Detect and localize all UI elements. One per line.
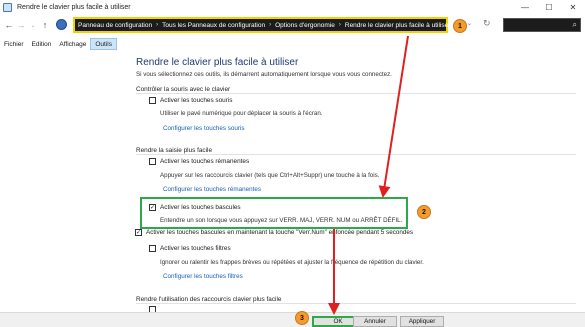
address-dropdown-icon[interactable]: ⌄ bbox=[467, 20, 472, 27]
option-description: Ignorer ou ralentir les frappes brèves o… bbox=[160, 259, 424, 266]
control-panel-icon bbox=[56, 19, 67, 30]
apply-button[interactable]: Appliquer bbox=[400, 316, 444, 327]
option-label: Activer les touches filtres bbox=[160, 245, 231, 252]
option-description: Appuyer sur les raccourcis clavier (tels… bbox=[160, 172, 380, 179]
section-title-typing: Rendre la saisie plus facile bbox=[136, 147, 213, 154]
breadcrumb-separator: › bbox=[338, 22, 341, 28]
breadcrumb-item[interactable]: Tous les Panneaux de configuration bbox=[162, 22, 265, 29]
section-divider bbox=[136, 154, 576, 155]
control-panel-window-icon bbox=[3, 2, 12, 12]
option-label: Activer les touches souris bbox=[160, 97, 233, 104]
link-configure-sticky-keys[interactable]: Configurer les touches rémanentes bbox=[163, 186, 261, 193]
menu-fichier[interactable]: Fichier bbox=[0, 38, 28, 50]
breadcrumb-separator: › bbox=[269, 22, 272, 28]
option-filter-keys[interactable]: Activer les touches filtres bbox=[149, 245, 231, 252]
option-label: Activer les touches rémanentes bbox=[160, 158, 250, 165]
window-controls: — ☐ ✕ bbox=[513, 0, 585, 14]
section-title-mouse: Contrôler la souris avec le clavier bbox=[136, 86, 231, 93]
cancel-button[interactable]: Annuler bbox=[353, 316, 397, 327]
option-sticky-keys[interactable]: Activer les touches rémanentes bbox=[149, 158, 249, 165]
section-title-shortcuts: Rendre l'utilisation des raccourcis clav… bbox=[136, 296, 282, 303]
checkbox-toggle-keys-numlock[interactable]: ✓ bbox=[135, 229, 142, 236]
breadcrumb-item[interactable]: Options d'ergonomie bbox=[275, 22, 335, 29]
step-badge-2: 2 bbox=[417, 205, 431, 219]
dialog-footer bbox=[0, 312, 585, 327]
search-icon: ⌕ bbox=[572, 20, 577, 29]
forward-arrow-icon[interactable]: → bbox=[15, 17, 27, 33]
breadcrumb-separator: › bbox=[156, 22, 159, 28]
window-title: Rendre le clavier plus facile à utiliser bbox=[17, 3, 131, 11]
back-arrow-icon[interactable]: ← bbox=[3, 17, 15, 33]
highlight-toggle-keys bbox=[140, 197, 408, 229]
maximize-button[interactable]: ☐ bbox=[537, 0, 561, 14]
checkbox-mouse-keys[interactable] bbox=[149, 97, 156, 104]
checkbox-filter-keys[interactable] bbox=[149, 245, 156, 252]
link-configure-filter-keys[interactable]: Configurer les touches filtres bbox=[163, 273, 243, 280]
close-button[interactable]: ✕ bbox=[561, 0, 585, 14]
option-label: Activer les touches bascules en maintena… bbox=[146, 229, 414, 236]
minimize-button[interactable]: — bbox=[513, 0, 537, 14]
main-content: Rendre le clavier plus facile à utiliser… bbox=[0, 50, 585, 313]
intro-text: Si vous sélectionnez ces outils, ils dém… bbox=[136, 71, 392, 78]
section-divider bbox=[136, 303, 576, 304]
option-mouse-keys[interactable]: Activer les touches souris bbox=[149, 97, 232, 104]
step-badge-3: 3 bbox=[295, 311, 309, 325]
breadcrumb-item[interactable]: Rendre le clavier plus facile à utiliser bbox=[345, 22, 451, 29]
menu-bar: Fichier Edition Affichage Outils bbox=[0, 38, 585, 50]
menu-outils[interactable]: Outils bbox=[90, 38, 117, 50]
refresh-icon[interactable]: ↻ bbox=[483, 18, 491, 29]
recent-locations-chevron-icon[interactable]: ⌄ bbox=[27, 17, 39, 33]
breadcrumb[interactable]: Panneau de configuration › Tous les Pann… bbox=[73, 17, 451, 33]
option-toggle-keys-numlock[interactable]: ✓ Activer les touches bascules en mainte… bbox=[135, 229, 413, 236]
page-title: Rendre le clavier plus facile à utiliser bbox=[136, 57, 299, 68]
step-badge-1: 1 bbox=[453, 19, 467, 33]
section-divider bbox=[136, 93, 576, 94]
up-arrow-icon[interactable]: ↑ bbox=[39, 17, 51, 33]
address-bar: ← → ⌄ ↑ Panneau de configuration › Tous … bbox=[0, 14, 585, 36]
link-configure-mouse-keys[interactable]: Configurer les touches souris bbox=[163, 125, 245, 132]
title-bar: Rendre le clavier plus facile à utiliser… bbox=[0, 0, 585, 14]
checkbox-sticky-keys[interactable] bbox=[149, 158, 156, 165]
menu-affichage[interactable]: Affichage bbox=[55, 38, 90, 50]
breadcrumb-item[interactable]: Panneau de configuration bbox=[78, 22, 152, 29]
menu-edition[interactable]: Edition bbox=[28, 38, 56, 50]
search-input[interactable]: ⌕ bbox=[503, 18, 581, 32]
option-description: Utiliser le pavé numérique pour déplacer… bbox=[160, 110, 323, 117]
